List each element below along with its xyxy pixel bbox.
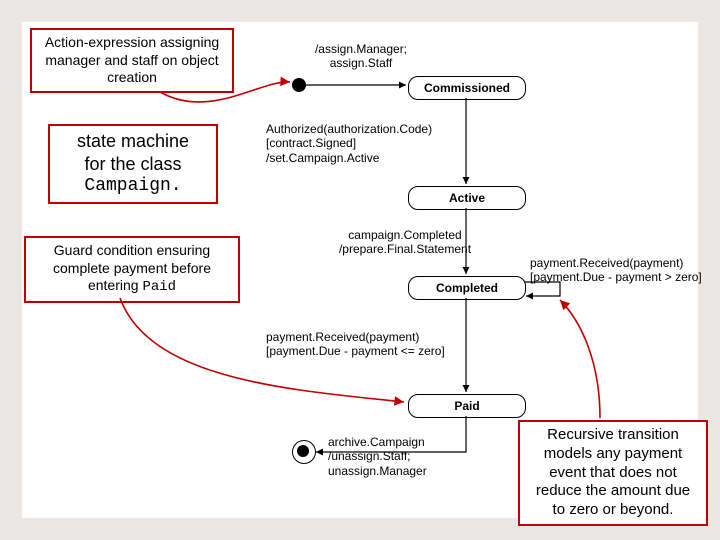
callout-action-expression: Action-expression assigning manager and …	[30, 28, 234, 93]
label-text: campaign.Completed /prepare.Final.Statem…	[339, 228, 471, 256]
state-paid: Paid	[408, 394, 526, 418]
callout-text: Action-expression assigning manager and …	[45, 34, 219, 85]
state-active: Active	[408, 186, 526, 210]
final-state-inner-icon	[297, 445, 309, 457]
state-completed: Completed	[408, 276, 526, 300]
callout-line: complete payment before	[34, 260, 230, 278]
initial-pseudostate-icon	[292, 78, 306, 92]
label-campaign-completed: campaign.Completed /prepare.Final.Statem…	[310, 228, 500, 257]
callout-code: Campaign.	[58, 175, 208, 198]
callout-state-machine: state machine for the class Campaign.	[48, 124, 218, 204]
label-authorized: Authorized(authorization.Code) [contract…	[266, 122, 476, 165]
label-text: payment.Received(payment) [payment.Due -…	[266, 330, 445, 358]
label-text: archive.Campaign /unassign.Staff; unassi…	[328, 435, 427, 478]
callout-text: Recursive transition models any payment …	[536, 426, 690, 518]
state-commissioned: Commissioned	[408, 76, 526, 100]
callout-guard-condition: Guard condition ensuring complete paymen…	[24, 236, 240, 303]
label-archive: archive.Campaign /unassign.Staff; unassi…	[328, 435, 458, 478]
label-text: payment.Received(payment) [payment.Due -…	[530, 256, 702, 284]
callout-line: Guard condition ensuring	[34, 242, 230, 260]
slide-background: Action-expression assigning manager and …	[0, 0, 720, 540]
final-state-icon	[292, 440, 316, 464]
callout-code: Paid	[142, 279, 176, 295]
state-label: Paid	[454, 399, 479, 413]
label-payment-exit: payment.Received(payment) [payment.Due -…	[266, 330, 476, 359]
callout-line: entering	[88, 277, 142, 293]
label-payment-loop: payment.Received(payment) [payment.Due -…	[530, 256, 710, 285]
callout-recursive: Recursive transition models any payment …	[518, 420, 708, 526]
callout-line: for the class	[58, 153, 208, 176]
label-text: Authorized(authorization.Code) [contract…	[266, 122, 432, 165]
state-label: Active	[449, 191, 485, 205]
callout-line: state machine	[58, 130, 208, 153]
state-label: Commissioned	[424, 81, 510, 95]
label-entry: /assign.Manager; assign.Staff	[306, 42, 416, 71]
label-text: /assign.Manager; assign.Staff	[315, 42, 407, 70]
state-label: Completed	[436, 281, 498, 295]
